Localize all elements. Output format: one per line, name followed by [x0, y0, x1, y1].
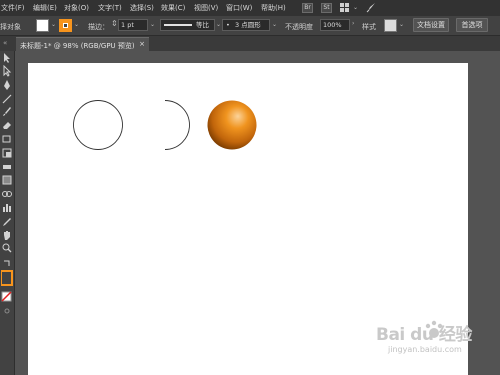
paw-logo-icon — [424, 320, 444, 342]
chevron-down-icon[interactable]: ⌄ — [399, 21, 404, 28]
zoom-tool-icon[interactable] — [1, 242, 13, 254]
chevron-down-icon[interactable]: ⌄ — [353, 4, 358, 11]
document-tab[interactable]: 未标题-1* @ 98% (RGB/GPU 预览) × — [16, 37, 149, 51]
chevron-down-icon[interactable]: ⌄ — [74, 21, 79, 28]
scale-tool-icon[interactable] — [1, 147, 13, 159]
chevron-down-icon[interactable]: ⌄ — [150, 21, 155, 28]
gradient-tool-icon[interactable] — [1, 174, 13, 186]
draw-mode-icon[interactable] — [1, 305, 13, 317]
stroke-swatch[interactable] — [59, 19, 72, 32]
variable-width-profile[interactable]: 等比 — [160, 19, 215, 31]
workspace-grid-icon[interactable] — [340, 3, 350, 13]
chevron-down-icon[interactable]: ⌄ — [216, 21, 221, 28]
brush-label: 3 点圆形 — [235, 21, 261, 29]
direct-selection-tool-icon[interactable] — [1, 64, 13, 77]
outline-circle[interactable] — [73, 100, 123, 150]
bullet-icon: • — [226, 21, 230, 29]
menu-edit[interactable]: 编辑(E) — [33, 3, 57, 13]
width-tool-icon[interactable] — [1, 161, 13, 173]
menu-type[interactable]: 文字(T) — [98, 3, 122, 13]
bridge-button[interactable]: Br — [302, 3, 313, 13]
style-swatch[interactable] — [384, 19, 397, 32]
pen-tool-icon[interactable] — [1, 79, 13, 91]
chevron-down-icon[interactable]: ⌄ — [272, 21, 277, 28]
menu-effect[interactable]: 效果(C) — [161, 3, 185, 13]
selection-tool-icon[interactable] — [1, 52, 13, 64]
menu-help[interactable]: 帮助(H) — [261, 3, 286, 13]
graph-tool-icon[interactable] — [1, 201, 13, 213]
menu-window[interactable]: 窗口(W) — [226, 3, 252, 13]
control-bar: 未选择对象 ⌄ ⌄ 描边： ⇕ 1 pt ⌄ 等比 ⌄ • 3 点圆形 ⌄ 不透… — [0, 16, 500, 36]
stock-button[interactable]: St — [321, 3, 332, 13]
menu-bar: 文件(F) 编辑(E) 对象(O) 文字(T) 选择(S) 效果(C) 视图(V… — [0, 0, 500, 16]
brush-tool-icon[interactable] — [1, 106, 13, 118]
document-tab-bar: « 未标题-1* @ 98% (RGB/GPU 预览) × — [0, 36, 500, 51]
chevron-right-icon[interactable]: › — [352, 20, 354, 27]
panel-collapse-icon[interactable]: « — [3, 39, 7, 47]
eyedropper-tool-icon[interactable] — [1, 216, 13, 228]
menu-object[interactable]: 对象(O) — [64, 3, 89, 13]
blend-tool-icon[interactable] — [1, 188, 13, 200]
swap-colors-icon[interactable] — [1, 257, 13, 269]
menu-view[interactable]: 视图(V) — [194, 3, 218, 13]
hand-tool-icon[interactable] — [1, 229, 13, 241]
preferences-button[interactable]: 首选项 — [456, 18, 488, 32]
eraser-tool-icon[interactable] — [1, 119, 13, 131]
half-circle-arc[interactable] — [164, 100, 190, 150]
watermark-url: jingyan.baidu.com — [388, 345, 462, 354]
fill-swatch[interactable] — [36, 19, 49, 32]
menu-file[interactable]: 文件(F) — [1, 3, 25, 13]
profile-line-icon — [164, 24, 192, 26]
opacity-field[interactable]: 100% — [320, 19, 350, 31]
menu-select[interactable]: 选择(S) — [130, 3, 154, 13]
profile-label: 等比 — [196, 21, 209, 29]
none-color-icon[interactable] — [1, 291, 13, 303]
brush-definition[interactable]: • 3 点圆形 — [222, 19, 270, 31]
rocket-icon[interactable] — [366, 2, 377, 13]
stroke-label: 描边： — [88, 23, 109, 31]
close-icon[interactable]: × — [139, 40, 145, 48]
document-tab-title: 未标题-1* @ 98% (RGB/GPU 预览) — [20, 42, 135, 50]
stepper-icon[interactable]: ⇕ — [111, 19, 118, 28]
document-setup-button[interactable]: 文档设置 — [413, 18, 449, 32]
chevron-down-icon[interactable]: ⌄ — [51, 21, 56, 28]
fill-stroke-proxy[interactable] — [0, 269, 13, 287]
baidu-watermark: Bai du 经验 jingyan.baidu.com — [372, 318, 498, 360]
style-label: 样式 — [362, 23, 376, 31]
selection-status-label: 未选择对象 — [0, 23, 21, 31]
opacity-label: 不透明度 — [285, 23, 313, 31]
rotate-tool-icon[interactable] — [1, 133, 13, 145]
orange-sphere[interactable] — [207, 100, 257, 150]
line-tool-icon[interactable] — [1, 93, 13, 105]
tools-panel — [0, 51, 15, 375]
stroke-width-field[interactable]: 1 pt — [118, 19, 148, 31]
